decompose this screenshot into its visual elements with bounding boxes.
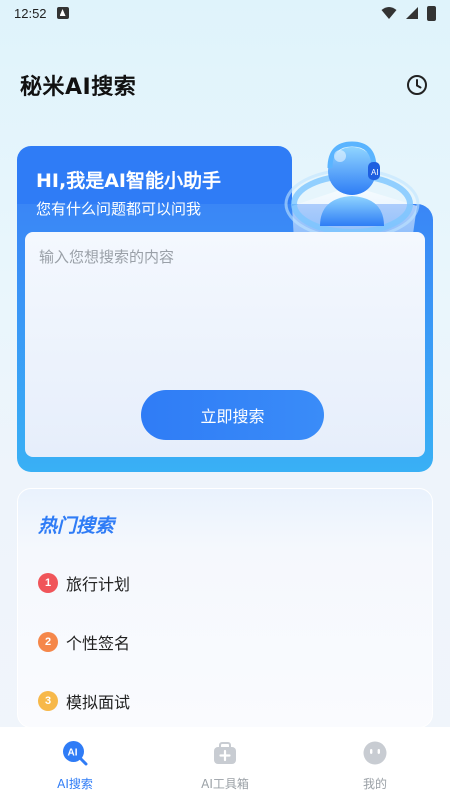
nav-profile[interactable]: 我的: [300, 727, 450, 800]
rank-badge: 3: [38, 691, 58, 711]
bottom-nav: AI AI搜索 AI工具箱 我的: [0, 727, 450, 800]
search-box: 立即搜索: [25, 232, 425, 457]
svg-text:AI: AI: [68, 748, 78, 759]
ai-search-icon: AI: [61, 739, 89, 767]
history-button[interactable]: [404, 72, 430, 98]
nav-ai-search[interactable]: AI AI搜索: [0, 727, 150, 800]
battery-icon: [427, 5, 436, 21]
nav-ai-toolbox[interactable]: AI工具箱: [150, 727, 300, 800]
notification-icon: [56, 7, 69, 19]
hero-subtitle: 您有什么问题都可以问我: [36, 200, 202, 218]
rank-badge: 2: [38, 632, 58, 652]
nav-label: 我的: [362, 777, 387, 791]
status-bar: 12:52: [0, 0, 450, 26]
nav-label: AI工具箱: [201, 777, 249, 791]
app-header: 秘米AI搜索: [0, 62, 450, 108]
wifi-icon: [381, 7, 397, 19]
hot-search-item[interactable]: 1 旅行计划: [38, 571, 130, 595]
nav-label: AI搜索: [57, 777, 93, 791]
app-title: 秘米AI搜索: [20, 75, 137, 100]
toolbox-icon: [211, 739, 239, 767]
hero-greeting: HI,我是AI智能小助手: [36, 170, 221, 192]
status-icons: [381, 5, 436, 21]
signal-icon: [406, 7, 418, 19]
hot-search-item[interactable]: 2 个性签名: [38, 630, 130, 654]
search-now-button[interactable]: 立即搜索: [141, 390, 324, 440]
hot-search-section: 热门搜索 1 旅行计划 2 个性签名 3 模拟面试: [17, 488, 433, 728]
status-time: 12:52: [14, 5, 47, 21]
search-input[interactable]: [39, 246, 409, 376]
hot-search-label: 旅行计划: [66, 575, 131, 594]
rank-badge: 1: [38, 573, 58, 593]
ai-assistant-card: HI,我是AI智能小助手 您有什么问题都可以问我 AI 立即搜索: [17, 141, 433, 472]
profile-icon: [361, 739, 389, 767]
hot-search-label: 模拟面试: [66, 693, 131, 712]
hot-search-label: 个性签名: [66, 634, 131, 653]
hot-search-title: 热门搜索: [38, 515, 115, 537]
svg-text:AI: AI: [371, 168, 379, 177]
hot-search-item[interactable]: 3 模拟面试: [38, 689, 130, 713]
clock-icon: [407, 75, 427, 95]
